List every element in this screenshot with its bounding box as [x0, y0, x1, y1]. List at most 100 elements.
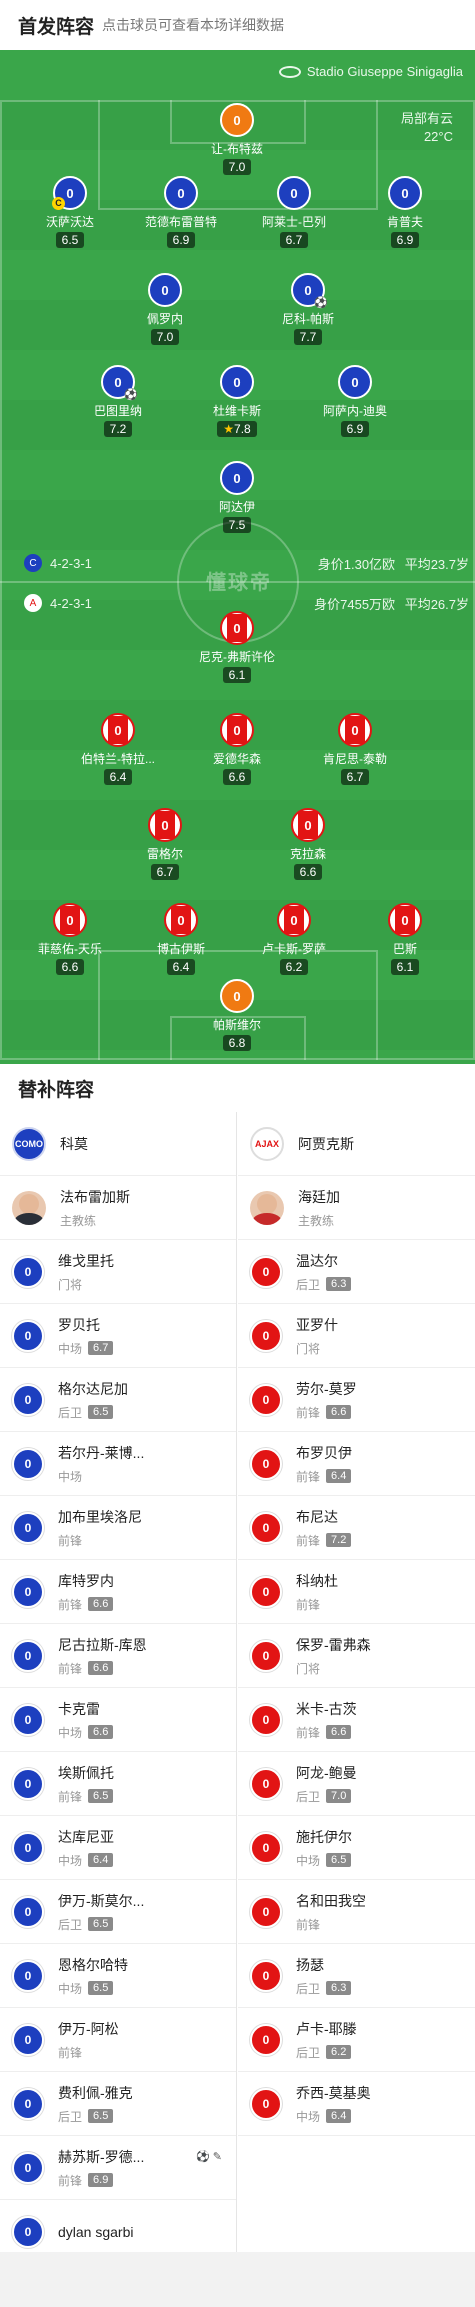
player-rating-value: 6.7 — [285, 233, 303, 247]
lineup-subtitle: 点击球员可查看本场详细数据 — [102, 17, 285, 33]
sub-player-row[interactable]: 0 尼古拉斯-库恩 前锋 6.6 — [0, 1624, 236, 1688]
player-number-text: 0 — [233, 374, 241, 390]
home-coach[interactable]: 法布雷加斯 主教练 — [0, 1176, 236, 1240]
sub-player-row[interactable]: 0 亚罗什 门将 — [238, 1304, 475, 1368]
sub-player-row[interactable]: 0 科纳杜 前锋 — [238, 1560, 475, 1624]
player-rating: 6.2 — [279, 959, 309, 975]
sub-player-name: 埃斯佩托 — [58, 1764, 114, 1781]
sub-player-rating: 6.5 — [88, 2109, 114, 2123]
player-number-text: 0 — [401, 185, 409, 201]
sub-player-name: 维戈里托 — [58, 1252, 114, 1269]
player-number: 0 — [250, 1831, 282, 1864]
sub-player-row[interactable]: 0 加布里埃洛尼 前锋 — [0, 1496, 236, 1560]
sub-player-rating: 6.6 — [326, 1725, 352, 1739]
away-player[interactable]: 0 菲慈佑-天乐 6.6 — [15, 903, 125, 976]
sub-player-row[interactable]: 0 扬瑟 后卫 6.3 — [238, 1944, 475, 2008]
away-player[interactable]: 0 雷格尔 6.7 — [110, 808, 220, 881]
away-player[interactable]: 0 克拉森 6.6 — [253, 808, 363, 881]
sub-player-row[interactable]: 0 劳尔-莫罗 前锋 6.6 — [238, 1368, 475, 1432]
player-number: 0 — [220, 365, 254, 399]
home-player[interactable]: 0 阿莱士-巴列 6.7 — [239, 176, 349, 249]
player-rating-value: 6.9 — [172, 233, 190, 247]
away-player[interactable]: 0 伯特兰-特拉... 6.4 — [63, 713, 173, 786]
sub-player-position: 中场 — [58, 1981, 83, 1996]
sub-player-position: 前锋 — [58, 2173, 83, 2188]
sub-player-row[interactable]: 0 若尔丹-莱博... 中场 — [0, 1432, 236, 1496]
sub-player-position: 后卫 — [58, 2109, 83, 2124]
player-number-text: 0 — [233, 112, 241, 128]
sub-player-position: 前锋 — [296, 1725, 321, 1740]
player-rating: 6.5 — [55, 232, 85, 248]
player-number-text: 0 — [290, 185, 298, 201]
player-rating-value: 6.5 — [61, 233, 79, 247]
away-player[interactable]: 0 博古伊斯 6.4 — [126, 903, 236, 976]
home-player[interactable]: 0 让-布特兹 7.0 — [182, 103, 292, 176]
away-player[interactable]: 0 爱德华森 6.6 — [182, 713, 292, 786]
home-player[interactable]: 0 肯普夫 6.9 — [350, 176, 460, 249]
away-player[interactable]: 0 卢卡斯-罗萨 6.2 — [239, 903, 349, 976]
coach-name: 海廷加 — [298, 1188, 340, 1205]
coach-name: 法布雷加斯 — [60, 1188, 130, 1205]
home-player[interactable]: 0 C 沃萨沃达 6.5 — [15, 176, 125, 249]
sub-player-row[interactable]: 0 保罗-雷弗森 门将 — [238, 1624, 475, 1688]
sub-player-row[interactable]: 0 伊万-阿松 前锋 — [0, 2008, 236, 2072]
home-player[interactable]: 0 阿萨内-迪奥 6.9 — [300, 365, 410, 438]
sub-player-row[interactable]: 0 格尔达尼加 后卫 6.5 — [0, 1368, 236, 1432]
sub-player-row[interactable]: 0 卡克雷 中场 6.6 — [0, 1688, 236, 1752]
sub-player-position: 前锋 — [296, 1469, 321, 1484]
player-rating-value: 6.2 — [285, 960, 303, 974]
sub-player-row[interactable]: 0 施托伊尔 中场 6.5 — [238, 1816, 475, 1880]
home-subs-team[interactable]: COMO 科莫 — [0, 1112, 236, 1176]
player-rating: 7.2 — [103, 421, 133, 437]
sub-player-row[interactable]: 0 温达尔 后卫 6.3 — [238, 1240, 475, 1304]
weather-temp: 22°C — [423, 129, 453, 144]
away-player[interactable]: 0 巴斯 6.1 — [350, 903, 460, 976]
sub-player-row[interactable]: 0 达库尼亚 中场 6.4 — [0, 1816, 236, 1880]
coach-role: 主教练 — [298, 1213, 335, 1228]
sub-player-row[interactable]: 0 米卡-古茨 前锋 6.6 — [238, 1688, 475, 1752]
player-number: 0 — [220, 713, 254, 747]
sub-player-row[interactable]: 0 阿龙-鲍曼 后卫 7.0 — [238, 1752, 475, 1816]
sub-player-row[interactable]: 0 库特罗内 前锋 6.6 — [0, 1560, 236, 1624]
home-player[interactable]: 0 范德布雷普特 6.9 — [126, 176, 236, 249]
player-rating: 6.9 — [166, 232, 196, 248]
player-name: 阿萨内-迪奥 — [323, 404, 387, 418]
sub-player-row[interactable]: 0 费利佩-雅克 后卫 6.5 — [0, 2072, 236, 2136]
sub-player-row[interactable]: 0 伊万-斯莫尔... 后卫 6.5 — [0, 1880, 236, 1944]
sub-player-row[interactable]: 0 乔西-莫基奥 中场 6.4 — [238, 2072, 475, 2136]
sub-player-row[interactable]: 0 埃斯佩托 前锋 6.5 — [0, 1752, 236, 1816]
home-player[interactable]: 0 杜维卡斯 ★7.8 — [182, 365, 292, 438]
player-number: 0 — [12, 1383, 44, 1416]
away-avg-age: 平均26.7岁 — [404, 597, 469, 612]
sub-player-row[interactable]: 0 维戈里托 门将 — [0, 1240, 236, 1304]
player-number: 0 — [250, 2023, 282, 2056]
player-rating: 7.7 — [293, 329, 323, 345]
away-coach[interactable]: 海廷加 主教练 — [238, 1176, 475, 1240]
sub-player-row[interactable]: 0 名和田我空 前锋 — [238, 1880, 475, 1944]
lineup-title: 首发阵容 — [18, 16, 95, 38]
sub-player-row[interactable]: 0 赫苏斯-罗德... 前锋 6.9 ⚽ ✎ — [0, 2136, 236, 2200]
sub-player-row[interactable]: 0 恩格尔哈特 中场 6.5 — [0, 1944, 236, 2008]
sub-player-row[interactable]: 0 布尼达 前锋 7.2 — [238, 1496, 475, 1560]
sub-player-position: 门将 — [296, 1661, 321, 1676]
sub-player-rating: 6.5 — [326, 1853, 352, 1867]
away-player[interactable]: 0 肯尼思-泰勒 6.7 — [300, 713, 410, 786]
home-player[interactable]: 0 ⚽ 巴图里纳 7.2 — [63, 365, 173, 438]
player-number-text: 0 — [290, 912, 298, 928]
player-name: 尼科-帕斯 — [282, 312, 334, 326]
sub-player-row[interactable]: 0 罗贝托 中场 6.7 — [0, 1304, 236, 1368]
away-subs-team[interactable]: AJAX 阿贾克斯 — [238, 1112, 475, 1176]
away-player[interactable]: 0 帕斯维尔 6.8 — [182, 979, 292, 1052]
home-player[interactable]: 0 佩罗内 7.0 — [110, 273, 220, 346]
home-player[interactable]: 0 阿达伊 7.5 — [182, 461, 292, 534]
home-player[interactable]: 0 ⚽ 尼科-帕斯 7.7 — [253, 273, 363, 346]
sub-player-position: 前锋 — [58, 2045, 83, 2060]
sub-player-row[interactable]: 0 卢卡-耶滕 后卫 6.2 — [238, 2008, 475, 2072]
player-name: 博古伊斯 — [156, 942, 205, 956]
away-player[interactable]: 0 尼克-弗斯许伦 6.1 — [182, 611, 292, 684]
sub-player-name: 恩格尔哈特 — [58, 1956, 128, 1973]
sub-player-name: 卢卡-耶滕 — [296, 2020, 357, 2037]
sub-player-position: 前锋 — [296, 1917, 321, 1932]
player-number: 0 — [12, 1511, 44, 1544]
sub-player-row[interactable]: 0 布罗贝伊 前锋 6.4 — [238, 1432, 475, 1496]
